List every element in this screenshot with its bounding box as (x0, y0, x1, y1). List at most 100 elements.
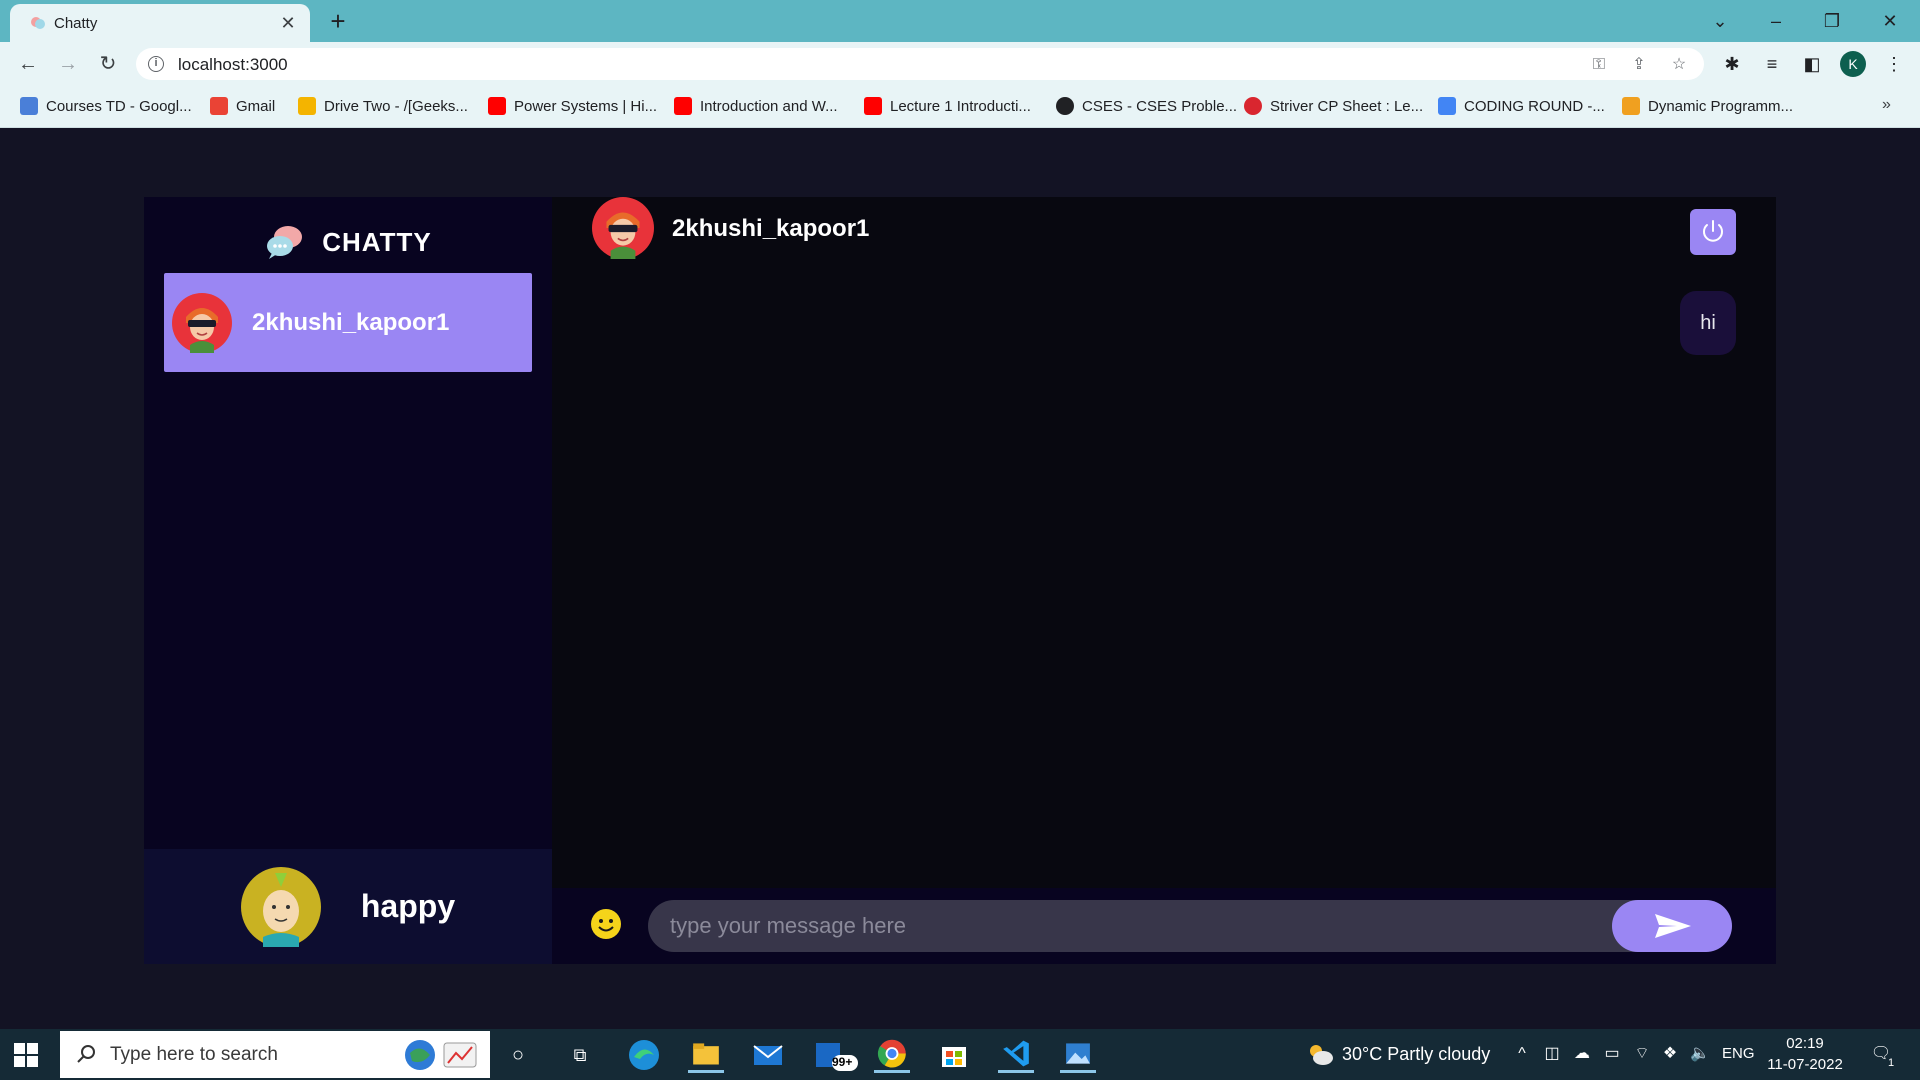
chat-header: 2khushi_kapoor1 (552, 197, 1776, 267)
edge-icon[interactable] (626, 1037, 662, 1073)
bookmark-item[interactable]: CSES - CSES Proble... (1056, 96, 1237, 118)
windows-start-icon[interactable] (14, 1043, 38, 1067)
tab-title: Chatty (54, 15, 98, 32)
clock-date: 11-07-2022 (1767, 1056, 1843, 1073)
language-indicator[interactable]: ENG (1722, 1045, 1755, 1062)
taskbar-search-placeholder: Type here to search (110, 1044, 278, 1065)
file-explorer-icon[interactable] (688, 1037, 724, 1073)
google-docs-icon (1438, 97, 1456, 115)
onedrive-cloud-icon[interactable]: ☁ (1572, 1044, 1592, 1064)
address-bar[interactable]: i localhost:3000 ⚿ ⇪ ☆ (136, 48, 1704, 80)
chat-favicon-icon (31, 17, 45, 29)
mail-badge-count: 99+ (832, 1055, 853, 1069)
side-panel-icon[interactable]: ◧ (1800, 52, 1824, 76)
back-arrow-icon[interactable]: ← (14, 50, 42, 78)
chrome-icon[interactable] (874, 1037, 910, 1073)
chat-panel: 2khushi_kapoor1 hi (552, 197, 1776, 964)
more-bookmarks-icon[interactable]: » (1882, 96, 1891, 114)
app-page: CHATTY 2khushi_kapoor1 happy 2khushi_kap… (0, 129, 1920, 1029)
password-key-icon[interactable]: ⚿ (1588, 54, 1610, 76)
chevron-up-icon[interactable]: ^ (1512, 1044, 1532, 1064)
contact-item[interactable]: 2khushi_kapoor1 (164, 273, 532, 372)
tab-chatty[interactable]: Chatty ✕ (10, 4, 310, 42)
bookmark-item[interactable]: Power Systems | Hi... (488, 96, 657, 118)
search-highlight-icon (405, 1040, 477, 1070)
contact-name: 2khushi_kapoor1 (252, 308, 450, 336)
forward-arrow-icon[interactable]: → (54, 50, 82, 78)
message-input[interactable] (648, 900, 1728, 952)
wifi-icon[interactable]: ⌔ (1632, 1044, 1652, 1064)
people-icon (20, 97, 38, 115)
notification-count: 1 (1888, 1057, 1895, 1069)
windows-taskbar: Type here to search ○ ⧉ 99+ 30°C Partly … (0, 1029, 1920, 1080)
bookmark-item[interactable]: Striver CP Sheet : Le... (1244, 96, 1423, 118)
search-icon (77, 1045, 95, 1063)
brand-name: CHATTY (322, 226, 432, 257)
browser-toolbar: ← → ↻ i localhost:3000 ⚿ ⇪ ☆ ✱ ≡ ◧ K ⋮ (0, 42, 1920, 86)
contacts-sidebar: CHATTY 2khushi_kapoor1 happy (144, 197, 552, 964)
bookmarks-bar: Courses TD - Googl... Gmail Drive Two - … (0, 86, 1920, 128)
chat-container: CHATTY 2khushi_kapoor1 happy 2khushi_kap… (144, 197, 1776, 964)
bookmark-star-icon[interactable]: ☆ (1668, 54, 1690, 76)
bookmark-item[interactable]: Gmail (210, 96, 275, 118)
message-composer (552, 888, 1776, 964)
gmail-icon (210, 97, 228, 115)
clock[interactable]: 02:19 11-07-2022 (1760, 1033, 1850, 1075)
current-username: happy (360, 888, 456, 924)
youtube-icon (674, 97, 692, 115)
meet-now-icon[interactable]: ◫ (1542, 1044, 1562, 1064)
share-icon[interactable]: ⇪ (1628, 54, 1650, 76)
avatar (592, 197, 654, 259)
tuf-icon (1244, 97, 1262, 115)
chat-bubbles-logo-icon (267, 226, 303, 259)
menu-kebab-icon[interactable]: ⋮ (1882, 52, 1906, 76)
reload-icon[interactable]: ↻ (94, 50, 122, 78)
send-button[interactable] (1612, 900, 1732, 952)
bookmark-item[interactable]: Lecture 1 Introducti... (864, 96, 1031, 118)
message-bubble-sent: hi (1680, 291, 1736, 355)
volume-icon[interactable]: 🔈 (1690, 1044, 1710, 1064)
extensions-puzzle-icon[interactable]: ✱ (1720, 52, 1744, 76)
url-text[interactable]: localhost:3000 (178, 55, 288, 75)
dropbox-icon[interactable]: ❖ (1660, 1044, 1680, 1064)
close-tab-icon[interactable]: ✕ (276, 11, 300, 35)
avatar (172, 292, 232, 353)
chat-contact-name: 2khushi_kapoor1 (672, 215, 870, 242)
microsoft-store-icon[interactable] (936, 1037, 972, 1073)
vscode-icon[interactable] (998, 1037, 1034, 1073)
chat-header-avatar (592, 197, 654, 264)
restore-button[interactable]: ❐ (1812, 6, 1852, 36)
bookmark-item[interactable]: Courses TD - Googl... (20, 96, 192, 118)
power-icon (1703, 220, 1723, 242)
bookmark-item[interactable]: Introduction and W... (674, 96, 838, 118)
google-drive-icon (298, 97, 316, 115)
weather-text[interactable]: 30°C Partly cloudy (1342, 1044, 1490, 1065)
photos-icon[interactable] (1060, 1037, 1096, 1073)
logout-button[interactable] (1690, 209, 1736, 255)
clock-time: 02:19 (1786, 1035, 1824, 1052)
media-control-icon[interactable]: ≡ (1760, 52, 1784, 76)
youtube-icon (488, 97, 506, 115)
current-user-panel: happy (144, 849, 552, 964)
minimize-button[interactable]: – (1756, 6, 1796, 36)
taskbar-search[interactable]: Type here to search (60, 1031, 490, 1078)
battery-icon[interactable]: ▭ (1602, 1044, 1622, 1064)
emoji-picker-icon[interactable] (590, 908, 622, 940)
avatar (240, 866, 321, 947)
bookmark-item[interactable]: CODING ROUND -... (1438, 96, 1605, 118)
tab-search-chevron-icon[interactable]: ⌄ (1700, 6, 1740, 36)
site-info-icon[interactable]: i (148, 56, 164, 72)
brand: CHATTY (144, 217, 552, 267)
mail-icon[interactable] (750, 1037, 786, 1073)
new-tab-button[interactable]: + (324, 8, 352, 36)
close-window-button[interactable]: ✕ (1870, 6, 1910, 36)
globe-icon (1056, 97, 1074, 115)
cortana-icon[interactable]: ○ (508, 1045, 528, 1065)
leetcode-icon (1622, 97, 1640, 115)
bookmark-item[interactable]: Drive Two - /[Geeks... (298, 96, 468, 118)
youtube-icon (864, 97, 882, 115)
profile-avatar[interactable]: K (1840, 51, 1866, 77)
bookmark-item[interactable]: Dynamic Programm... (1622, 96, 1793, 118)
task-view-icon[interactable]: ⧉ (570, 1045, 590, 1065)
weather-partly-cloudy-icon[interactable] (1306, 1041, 1334, 1067)
